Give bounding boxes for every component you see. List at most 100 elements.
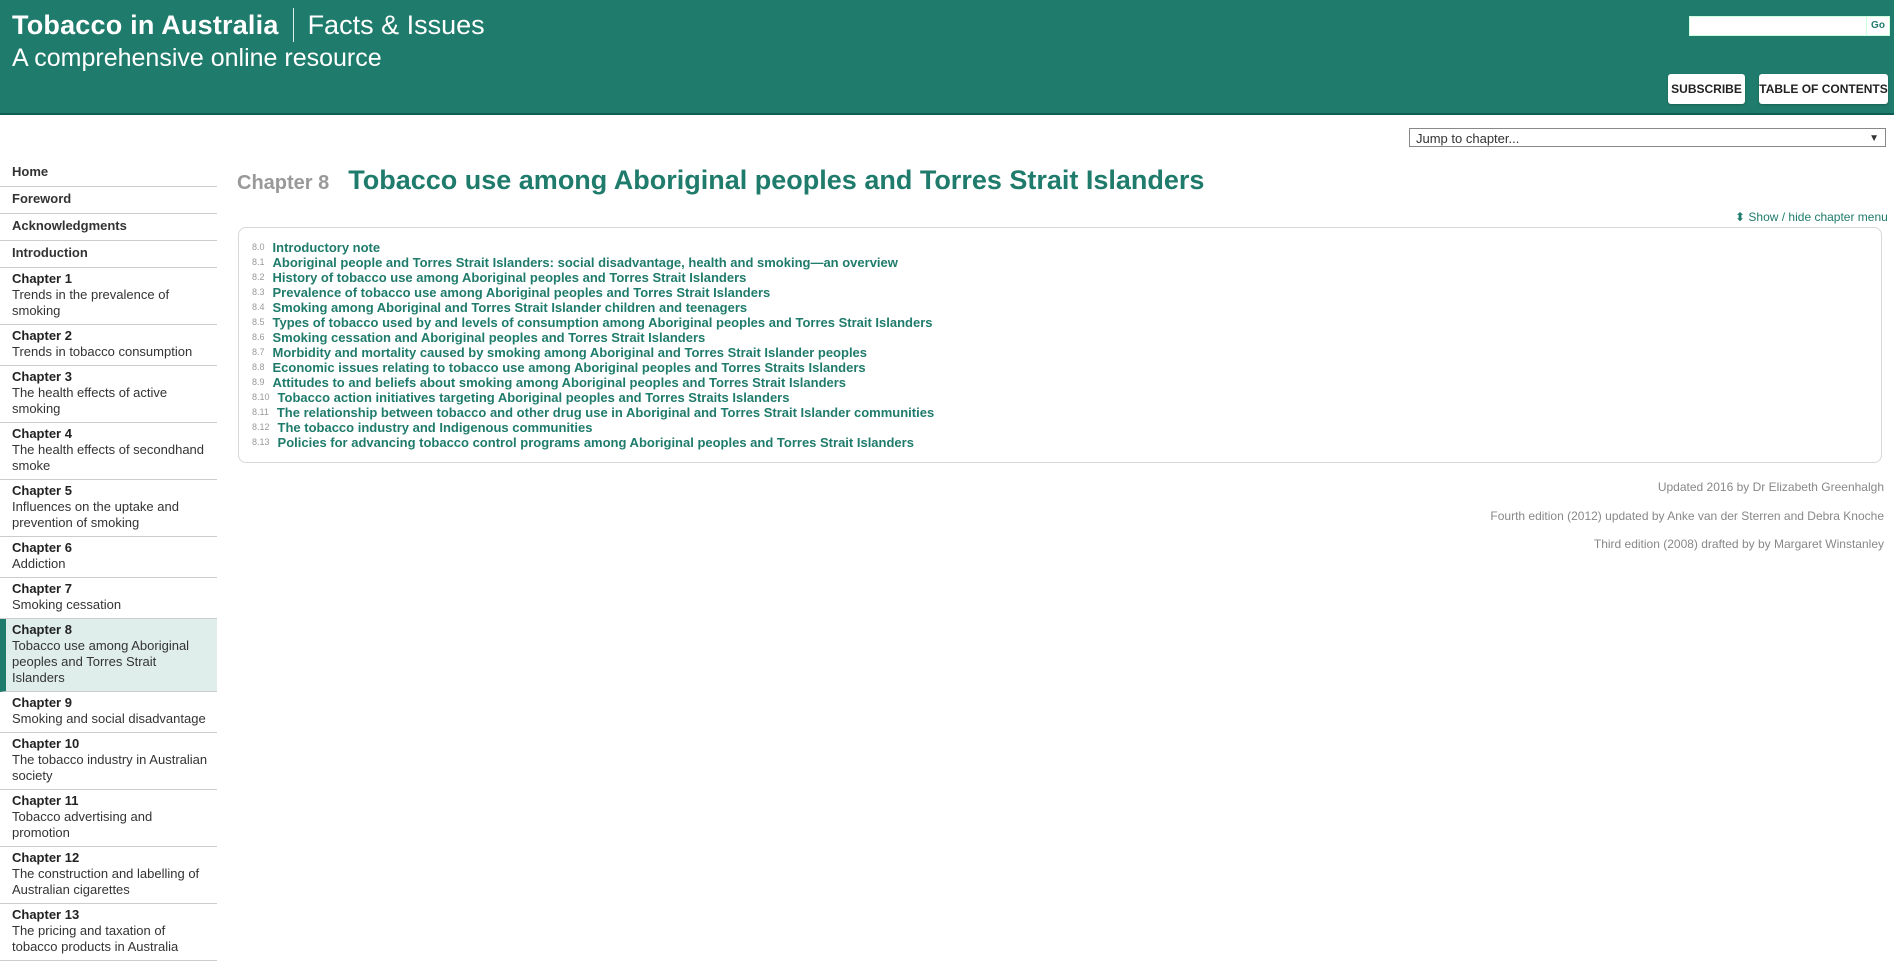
menu-item[interactable]: 8.8 Economic issues relating to tobacco u…: [252, 360, 934, 375]
credit-third-edition: Third edition (2008) drafted by by Marga…: [1593, 537, 1884, 551]
page-title: Chapter 8 Tobacco use among Aboriginal p…: [237, 165, 1204, 196]
section-number: 8.5: [252, 317, 265, 327]
chapter-desc: Smoking cessation: [12, 597, 122, 612]
sidebar-item-chapter-1[interactable]: Chapter 1 Trends in the prevalence of smo…: [0, 268, 217, 325]
sidebar-item-chapter-12[interactable]: Chapter 12 The construction and labelling…: [0, 847, 217, 904]
chapter-title: Chapter 12: [12, 850, 80, 865]
menu-item[interactable]: 8.2 History of tobacco use among Aborigin…: [252, 270, 934, 285]
section-number: 8.6: [252, 332, 265, 342]
site-title[interactable]: Tobacco in Australia: [12, 10, 279, 41]
sidebar-item-foreword[interactable]: Foreword: [0, 187, 217, 214]
menu-item[interactable]: 8.3 Prevalence of tobacco use among Abori…: [252, 285, 934, 300]
section-link[interactable]: Tobacco action initiatives targeting Abo…: [278, 390, 790, 405]
chapter-desc: Influences on the uptake and prevention …: [12, 499, 179, 530]
sidebar-item-chapter-7[interactable]: Chapter 7 Smoking cessation: [0, 578, 217, 619]
subscribe-button[interactable]: SUBSCRIBE: [1668, 74, 1745, 104]
menu-item[interactable]: 8.4 Smoking among Aboriginal and Torres S…: [252, 300, 934, 315]
section-link[interactable]: The tobacco industry and Indigenous comm…: [278, 420, 593, 435]
sidebar-item-chapter-2[interactable]: Chapter 2 Trends in tobacco consumption: [0, 325, 217, 366]
jump-to-chapter-select[interactable]: Jump to chapter... ▼: [1409, 128, 1886, 147]
chapter-desc: The construction and labelling of Austra…: [12, 866, 200, 897]
chapter-title: Chapter 1: [12, 271, 72, 286]
chapter-title: Chapter 9: [12, 695, 72, 710]
section-number: 8.9: [252, 377, 265, 387]
chapter-title: Chapter 10: [12, 736, 80, 751]
chapter-title: Chapter 8: [12, 622, 72, 637]
section-link[interactable]: Prevalence of tobacco use among Aborigin…: [273, 285, 771, 300]
section-link[interactable]: Smoking cessation and Aboriginal peoples…: [273, 330, 706, 345]
sidebar-item-acknowledgments[interactable]: Acknowledgments: [0, 214, 217, 241]
section-number: 8.10: [252, 392, 270, 402]
menu-item[interactable]: 8.1 Aboriginal people and Torres Strait I…: [252, 255, 934, 270]
section-number: 8.4: [252, 302, 265, 312]
section-link[interactable]: Attitudes to and beliefs about smoking a…: [273, 375, 847, 390]
chapter-title: Chapter 13: [12, 907, 80, 922]
menu-item[interactable]: 8.7 Morbidity and mortality caused by smo…: [252, 345, 934, 360]
sidebar-item-chapter-5[interactable]: Chapter 5 Influences on the uptake and pr…: [0, 480, 217, 537]
show-hide-chapter-menu-link[interactable]: ⬍ Show / hide chapter menu: [1735, 210, 1888, 224]
sidebar-item-chapter-4[interactable]: Chapter 4 The health effects of secondhan…: [0, 423, 217, 480]
go-button[interactable]: Go: [1866, 16, 1890, 36]
chapter-desc: The health effects of active smoking: [12, 385, 168, 416]
chapter-desc: The pricing and taxation of tobacco prod…: [12, 923, 179, 954]
sidebar-item-chapter-9[interactable]: Chapter 9 Smoking and social disadvantage: [0, 692, 217, 733]
section-number: 8.11: [252, 407, 269, 417]
chapter-desc: The tobacco industry in Australian socie…: [12, 752, 208, 783]
chapter-menu: 8.0 Introductory note 8.1 Aboriginal peopl…: [252, 240, 934, 450]
sidebar-item-chapter-6[interactable]: Chapter 6 Addiction: [0, 537, 217, 578]
search-input[interactable]: [1689, 16, 1867, 36]
section-number: 8.13: [252, 437, 270, 447]
site-subtitle[interactable]: Facts & Issues: [308, 10, 485, 41]
section-number: 8.12: [252, 422, 270, 432]
sidebar-item-chapter-8[interactable]: Chapter 8 Tobacco use among Aboriginal pe…: [0, 619, 217, 692]
site-tagline: A comprehensive online resource: [12, 44, 382, 72]
section-link[interactable]: History of tobacco use among Aboriginal …: [273, 270, 747, 285]
credit-fourth-edition: Fourth edition (2012) updated by Anke va…: [1490, 509, 1884, 523]
menu-item[interactable]: 8.11 The relationship between tobacco and…: [252, 405, 934, 420]
menu-item[interactable]: 8.10 Tobacco action initiatives targeting…: [252, 390, 934, 405]
section-number: 8.0: [252, 242, 265, 252]
sidebar-item-home[interactable]: Home: [0, 160, 217, 187]
chapter-number: Chapter 8: [237, 172, 330, 194]
chapter-desc: Tobacco advertising and promotion: [12, 809, 153, 840]
sidebar-item-chapter-13[interactable]: Chapter 13 The pricing and taxation of to…: [0, 904, 217, 961]
chapter-desc: Smoking and social disadvantage: [12, 711, 206, 726]
sidebar-item-chapter-11[interactable]: Chapter 11 Tobacco advertising and promot…: [0, 790, 217, 847]
menu-item[interactable]: 8.13 Policies for advancing tobacco contr…: [252, 435, 934, 450]
menu-item[interactable]: 8.0 Introductory note: [252, 240, 934, 255]
menu-item[interactable]: 8.6 Smoking cessation and Aboriginal peop…: [252, 330, 934, 345]
section-link[interactable]: Introductory note: [273, 240, 381, 255]
brand[interactable]: Tobacco in Australia Facts & Issues A co…: [12, 8, 485, 73]
menu-item[interactable]: 8.12 The tobacco industry and Indigenous …: [252, 420, 934, 435]
section-number: 8.1: [252, 257, 265, 267]
section-number: 8.2: [252, 272, 265, 282]
sidebar-item-introduction[interactable]: Introduction: [0, 241, 217, 268]
section-link[interactable]: Morbidity and mortality caused by smokin…: [273, 345, 868, 360]
chapter-title: Chapter 3: [12, 369, 72, 384]
section-number: 8.8: [252, 362, 265, 372]
chapter-title: Chapter 4: [12, 426, 72, 441]
section-link[interactable]: Types of tobacco used by and levels of c…: [273, 315, 933, 330]
sidebar-nav: Home Foreword Acknowledgments Introducti…: [0, 160, 217, 961]
sidebar-item-chapter-3[interactable]: Chapter 3 The health effects of active sm…: [0, 366, 217, 423]
chevron-down-icon: ▼: [1869, 133, 1879, 144]
site-header: Tobacco in Australia Facts & Issues A co…: [0, 0, 1894, 115]
chapter-title: Chapter 6: [12, 540, 72, 555]
section-number: 8.7: [252, 347, 265, 357]
sidebar-item-chapter-10[interactable]: Chapter 10 The tobacco industry in Austra…: [0, 733, 217, 790]
table-of-contents-button[interactable]: TABLE OF CONTENTS: [1759, 74, 1888, 104]
toggle-label: Show / hide chapter menu: [1748, 210, 1888, 224]
menu-item[interactable]: 8.9 Attitudes to and beliefs about smokin…: [252, 375, 934, 390]
section-link[interactable]: Smoking among Aboriginal and Torres Stra…: [273, 300, 748, 315]
section-link[interactable]: The relationship between tobacco and oth…: [277, 405, 934, 420]
section-link[interactable]: Policies for advancing tobacco control p…: [278, 435, 914, 450]
section-link[interactable]: Economic issues relating to tobacco use …: [273, 360, 866, 375]
section-link[interactable]: Aboriginal people and Torres Strait Isla…: [273, 255, 898, 270]
chapter-title: Chapter 11: [12, 793, 79, 808]
chapter-title: Chapter 7: [12, 581, 72, 596]
jump-select-label: Jump to chapter...: [1416, 131, 1520, 146]
chapter-desc: Addiction: [12, 556, 66, 571]
chapter-heading: Tobacco use among Aboriginal peoples and…: [348, 165, 1205, 195]
menu-item[interactable]: 8.5 Types of tobacco used by and levels o…: [252, 315, 934, 330]
chapter-desc: Trends in the prevalence of smoking: [12, 287, 170, 318]
